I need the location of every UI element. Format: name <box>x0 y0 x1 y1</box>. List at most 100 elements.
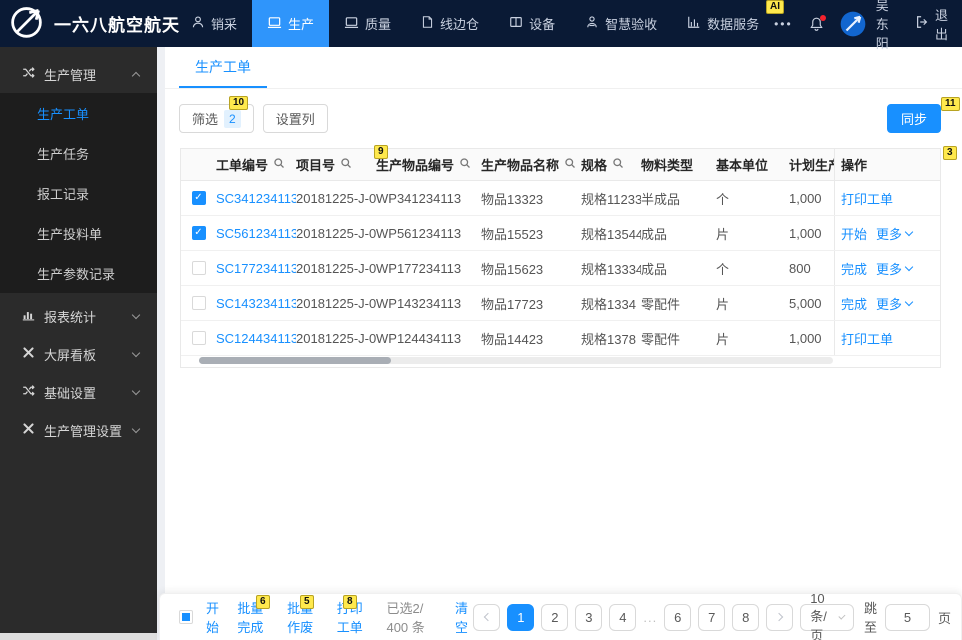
print-workorder-link[interactable]: 打印工单 <box>841 329 893 348</box>
row-checkbox[interactable] <box>192 331 206 345</box>
page-button-6[interactable]: 6 <box>664 604 691 631</box>
sidebar-group-basic-settings[interactable]: 基础设置 <box>0 373 157 411</box>
start-link[interactable]: 开始 <box>841 224 867 243</box>
row-checkbox[interactable]: ✓ <box>192 191 206 205</box>
table-header: 工单编号 项目号 生产物品编号 生产物品名称 规格 物料类型 基本单位 计划生产… <box>181 149 940 181</box>
complete-link[interactable]: 完成 <box>841 259 867 278</box>
more-dropdown[interactable]: 更多 <box>876 224 912 243</box>
search-icon[interactable] <box>273 157 285 172</box>
sidebar-item-parameter-record[interactable]: 生产参数记录 <box>0 253 157 293</box>
logout-icon <box>915 15 929 32</box>
sidebar-submenu: 生产工单 生产任务 报工记录 生产投料单 生产参数记录 <box>0 93 157 293</box>
row-checkbox[interactable] <box>192 261 206 275</box>
horizontal-scrollbar[interactable] <box>199 357 833 364</box>
workorder-link[interactable]: SC124434113 <box>216 331 296 346</box>
som-mark-8: 8 <box>343 595 357 609</box>
batch-actions: 开始 批量完成 批量作废 打印工单 已选2/ 400 条 清空 <box>179 598 473 636</box>
search-icon[interactable] <box>340 157 352 172</box>
search-icon[interactable] <box>612 157 624 172</box>
complete-link[interactable]: 完成 <box>841 294 867 313</box>
nav-item-data-service[interactable]: 数据服务 <box>672 0 774 47</box>
workorder-link[interactable]: SC143234113 <box>216 296 296 311</box>
nav-item-line-warehouse[interactable]: 线边仓 <box>406 0 494 47</box>
workorder-link[interactable]: SC177234113 <box>216 261 296 276</box>
logout-button[interactable]: 退出 <box>915 5 948 43</box>
chart-icon <box>687 15 701 32</box>
workorder-link[interactable]: SC561234113 <box>216 226 296 241</box>
sidebar-group-production-management[interactable]: 生产管理 <box>0 55 157 93</box>
avatar[interactable] <box>840 11 866 37</box>
monitor-icon <box>267 15 282 33</box>
more-dropdown[interactable]: 更多 <box>876 259 912 278</box>
table-row: SC124434113 20181225-J-05 WP124434113 物品… <box>181 321 940 356</box>
main-area: 生产工单 筛选 2 设置列 同步 工单编号 <box>157 47 962 640</box>
bar-chart-icon <box>22 308 35 324</box>
username[interactable]: 吴东阳 <box>876 0 899 52</box>
sidebar-scrollbar[interactable] <box>0 633 157 640</box>
nav-item-equipment[interactable]: 设备 <box>494 0 570 47</box>
table-row: SC177234113 20181225-J-03 WP177234113 物品… <box>181 251 940 286</box>
sidebar-group-production-settings[interactable]: 生产管理设置 <box>0 411 157 449</box>
page-button-7[interactable]: 7 <box>698 604 725 631</box>
sidebar-group-report-statistics[interactable]: 报表统计 <box>0 297 157 335</box>
column-settings-button[interactable]: 设置列 <box>263 104 328 133</box>
selected-count: 已选2/ 400 条 <box>386 598 442 636</box>
print-workorder-link[interactable]: 打印工单 <box>841 189 893 208</box>
more-dropdown[interactable]: 更多 <box>876 294 912 313</box>
sync-button[interactable]: 同步 <box>887 104 941 133</box>
footer-bar: 开始 批量完成 批量作废 打印工单 已选2/ 400 条 清空 1 2 3 4 … <box>159 593 962 640</box>
row-checkbox[interactable]: ✓ <box>192 226 206 240</box>
som-mark-6: 6 <box>256 595 270 609</box>
search-icon[interactable] <box>459 157 471 172</box>
som-mark-11: 11 <box>941 97 960 111</box>
page-size-select[interactable]: 10条/页 <box>800 604 854 631</box>
search-icon[interactable] <box>564 157 576 172</box>
sidebar-item-production-workorder[interactable]: 生产工单 <box>0 93 157 133</box>
clear-selection-link[interactable]: 清空 <box>455 598 473 636</box>
next-page-button[interactable] <box>766 604 793 631</box>
notification-bell[interactable] <box>809 16 824 32</box>
check-icon: ✓ <box>194 228 202 238</box>
shuffle-icon <box>22 384 35 400</box>
cross-tools-icon <box>22 422 35 438</box>
row-checkbox[interactable] <box>192 296 206 310</box>
nav-item-quality[interactable]: 质量 <box>329 0 406 47</box>
page-button-2[interactable]: 2 <box>541 604 568 631</box>
sidebar-item-production-task[interactable]: 生产任务 <box>0 133 157 173</box>
brand: 一六八航空航天 <box>0 3 176 45</box>
start-batch-link[interactable]: 开始 <box>206 598 224 636</box>
filter-count-badge: 2 <box>224 110 241 128</box>
nav-item-sales[interactable]: 销采 <box>176 0 252 47</box>
chevron-down-icon <box>132 386 140 394</box>
brand-title: 一六八航空航天 <box>54 11 180 36</box>
sidebar: 生产管理 生产工单 生产任务 报工记录 生产投料单 生产参数记录 报表统计 大屏… <box>0 47 157 640</box>
page-button-8[interactable]: 8 <box>732 604 759 631</box>
page-button-4[interactable]: 4 <box>609 604 636 631</box>
chevron-right-icon <box>774 613 782 621</box>
page-button-3[interactable]: 3 <box>575 604 602 631</box>
user-icon <box>191 15 205 32</box>
nav-overflow-button[interactable]: ••• <box>774 17 793 31</box>
company-logo-icon <box>8 3 45 45</box>
page-jump: 跳至 页 <box>864 598 951 636</box>
pagination: 1 2 3 4 ... 6 7 8 10条/页 跳至 页 <box>473 598 951 636</box>
workorder-link[interactable]: SC341234113 <box>216 191 296 206</box>
sidebar-item-work-report[interactable]: 报工记录 <box>0 173 157 213</box>
nav-item-smart-acceptance[interactable]: 智慧验收 <box>570 0 672 47</box>
scrollbar-thumb[interactable] <box>199 357 391 364</box>
app-window: 一六八航空航天 销采 生产 质量 线边仓 设备 <box>0 0 962 640</box>
chevron-down-icon <box>905 297 913 305</box>
page-button-1[interactable]: 1 <box>507 604 534 631</box>
page-ellipsis[interactable]: ... <box>643 610 657 625</box>
prev-page-button[interactable] <box>473 604 500 631</box>
nav-item-production[interactable]: 生产 <box>252 0 329 47</box>
page-jump-input[interactable] <box>885 604 930 631</box>
tab-production-workorder[interactable]: 生产工单 <box>179 47 267 88</box>
tab-bar: 生产工单 <box>165 47 962 89</box>
sidebar-group-dashboard[interactable]: 大屏看板 <box>0 335 157 373</box>
content-panel: 生产工单 筛选 2 设置列 同步 工单编号 <box>165 47 962 640</box>
table-row: ✓ SC341234113 20181225-J-01 WP341234113 … <box>181 181 940 216</box>
inspector-icon <box>585 15 599 32</box>
select-all-checkbox[interactable] <box>179 610 193 624</box>
sidebar-item-material-feed[interactable]: 生产投料单 <box>0 213 157 253</box>
